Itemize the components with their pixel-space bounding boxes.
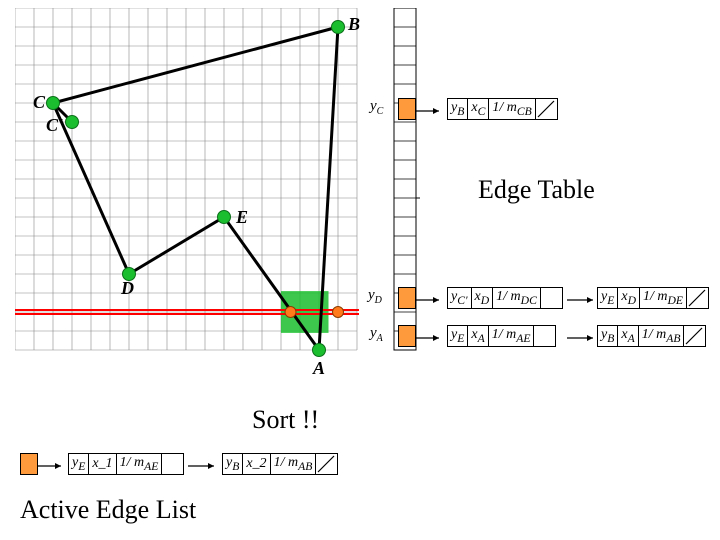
et-row-label-yC: yC xyxy=(370,98,383,117)
et-node: yExD1/ mDE xyxy=(597,287,709,309)
arrow-icon xyxy=(188,461,220,471)
svg-text:E: E xyxy=(235,207,248,227)
arrow-icon xyxy=(415,106,445,116)
svg-text:C: C xyxy=(33,92,46,112)
et-bucket-yD xyxy=(398,287,416,309)
ael-node: yBx_21/ mAB xyxy=(222,453,338,475)
et-bucket-yC xyxy=(398,98,416,120)
arrow-icon xyxy=(567,295,599,305)
arrow-icon xyxy=(37,461,67,471)
ael-node: yEx_11/ mAE xyxy=(68,453,184,475)
svg-text:C': C' xyxy=(46,115,63,135)
et-row-label-yD: yD xyxy=(368,287,382,306)
svg-text:D: D xyxy=(120,278,134,298)
arrow-icon xyxy=(415,295,445,305)
edge-table-label: Edge Table xyxy=(478,175,595,205)
svg-text:A: A xyxy=(312,358,325,378)
arrow-icon xyxy=(415,333,445,343)
et-node: yBxC1/ mCB xyxy=(447,98,558,120)
et-row-label-yA: yA xyxy=(370,325,383,344)
active-edge-list-label: Active Edge List xyxy=(20,495,196,525)
arrow-icon xyxy=(567,333,599,343)
et-bucket-yA xyxy=(398,325,416,347)
sort-label: Sort !! xyxy=(252,405,319,435)
et-node: yExA1/ mAE xyxy=(447,325,556,347)
svg-text:B: B xyxy=(347,14,360,34)
polygon-grid: B CC' D E A xyxy=(15,8,377,395)
et-node: yBxA1/ mAB xyxy=(597,325,706,347)
et-node: yC'xD1/ mDC xyxy=(447,287,563,309)
ael-head xyxy=(20,453,38,475)
